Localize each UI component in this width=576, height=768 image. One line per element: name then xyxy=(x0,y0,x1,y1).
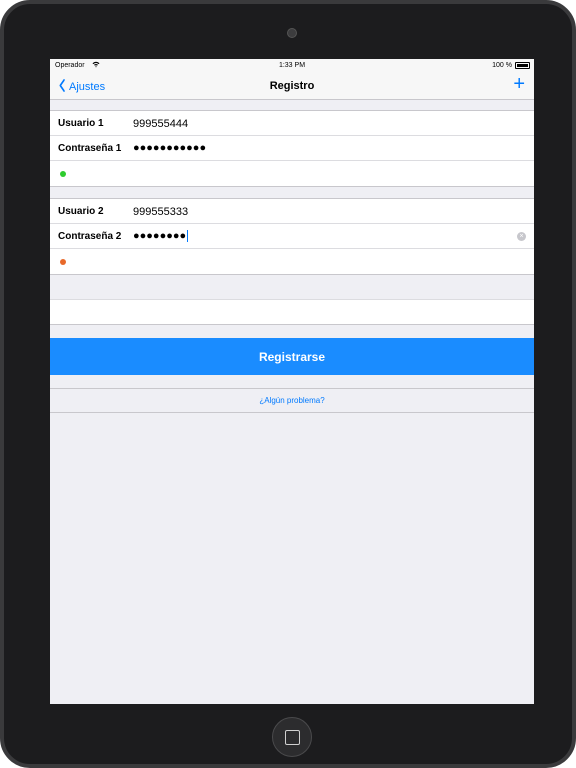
app-screen: Operador 1:33 PM 100 % Ajustes Registro … xyxy=(50,59,534,704)
status-time: 1:33 PM xyxy=(278,62,306,69)
user2-username-field[interactable]: 999555333 xyxy=(133,206,188,218)
user1-password-row[interactable]: Contraseña 1 ●●●●●●●●●●● xyxy=(50,136,534,161)
user2-status-row xyxy=(50,249,534,274)
battery-icon xyxy=(515,62,530,69)
user1-password-field[interactable]: ●●●●●●●●●●● xyxy=(133,142,206,154)
user2-group: Usuario 2 999555333 Contraseña 2 ●●●●●●●… xyxy=(50,198,534,275)
user2-password-row[interactable]: Contraseña 2 ●●●●●●●● × xyxy=(50,224,534,249)
user1-status-dot xyxy=(60,171,66,177)
user2-status-dot xyxy=(60,259,66,265)
ipad-frame: Operador 1:33 PM 100 % Ajustes Registro … xyxy=(0,0,576,768)
user1-password-label: Contraseña 1 xyxy=(58,143,122,154)
register-button[interactable]: Registrarse xyxy=(50,338,534,375)
text-cursor xyxy=(187,230,189,243)
user1-username-row[interactable]: Usuario 1 999555444 xyxy=(50,111,534,136)
empty-row xyxy=(50,299,534,325)
home-button[interactable] xyxy=(272,717,312,757)
battery-percentage: 100 % xyxy=(492,62,512,69)
user2-username-label: Usuario 2 xyxy=(58,206,104,217)
home-square-icon xyxy=(285,730,300,745)
user1-username-label: Usuario 1 xyxy=(58,118,104,129)
user2-password-field[interactable]: ●●●●●●●● xyxy=(133,230,189,243)
user2-password-label: Contraseña 2 xyxy=(58,231,122,242)
camera-icon xyxy=(287,28,297,38)
add-button[interactable]: + xyxy=(513,74,525,94)
user1-username-field[interactable]: 999555444 xyxy=(133,118,188,130)
user2-password-text: ●●●●●●●● xyxy=(133,230,187,242)
page-title: Registro xyxy=(269,80,315,92)
user2-username-row[interactable]: Usuario 2 999555333 xyxy=(50,199,534,224)
user1-group: Usuario 1 999555444 Contraseña 1 ●●●●●●●… xyxy=(50,110,534,187)
plus-icon: + xyxy=(513,73,525,95)
user1-status-row xyxy=(50,161,534,186)
navigation-bar: Ajustes Registro + xyxy=(50,73,534,100)
problem-link[interactable]: ¿Algún problema? xyxy=(50,388,534,413)
clear-text-icon[interactable]: × xyxy=(517,232,526,241)
status-bar: Operador 1:33 PM 100 % xyxy=(50,59,534,73)
